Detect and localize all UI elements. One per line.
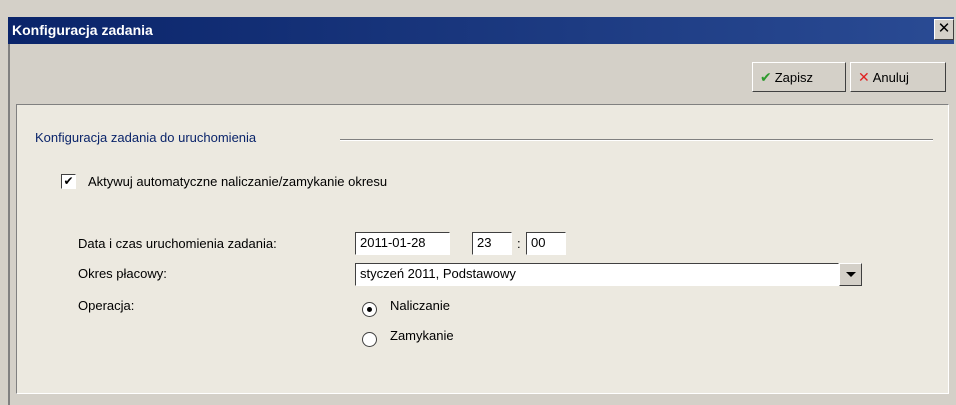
minute-input[interactable]: 00 — [526, 232, 566, 255]
period-label: Okres płacowy: — [78, 266, 167, 281]
hour-input[interactable]: 23 — [472, 232, 512, 255]
time-separator: : — [517, 236, 521, 251]
group-divider — [340, 139, 933, 141]
period-select[interactable]: styczeń 2011, Podstawowy — [355, 263, 839, 286]
auto-checkbox-label[interactable]: Aktywuj automatyczne naliczanie/zamykani… — [88, 174, 387, 189]
title-bar[interactable]: Konfiguracja zadania ✕ — [8, 17, 954, 44]
panel-bottom-edge — [10, 394, 956, 405]
auto-checkbox[interactable]: ✔ — [61, 174, 76, 189]
x-icon: ✕ — [858, 68, 870, 85]
close-icon: ✕ — [937, 20, 951, 37]
save-button-label: Zapisz — [774, 69, 814, 85]
radio-zamykanie-label[interactable]: Zamykanie — [390, 328, 454, 343]
chevron-down-icon[interactable] — [839, 263, 862, 286]
cancel-button-label: Anuluj — [872, 69, 909, 85]
radio-naliczanie-label[interactable]: Naliczanie — [390, 298, 450, 313]
window-edge — [8, 44, 10, 405]
close-button[interactable]: ✕ — [934, 19, 954, 40]
group-title: Konfiguracja zadania do uruchomienia — [35, 130, 257, 145]
date-input[interactable]: 2011-01-28 — [355, 232, 450, 255]
window-title: Konfiguracja zadania — [12, 22, 153, 38]
operation-label: Operacja: — [78, 298, 135, 313]
radio-zamykanie[interactable] — [362, 332, 377, 347]
date-label: Data i czas uruchomienia zadania: — [78, 236, 277, 251]
check-icon: ✔ — [760, 68, 772, 85]
dialog-window: Konfiguracja zadania ✕ ✔ Zapisz ✕ Anuluj… — [0, 0, 956, 405]
cancel-button[interactable]: ✕ Anuluj — [850, 62, 946, 92]
save-button[interactable]: ✔ Zapisz — [752, 62, 846, 92]
radio-naliczanie[interactable] — [362, 302, 377, 317]
